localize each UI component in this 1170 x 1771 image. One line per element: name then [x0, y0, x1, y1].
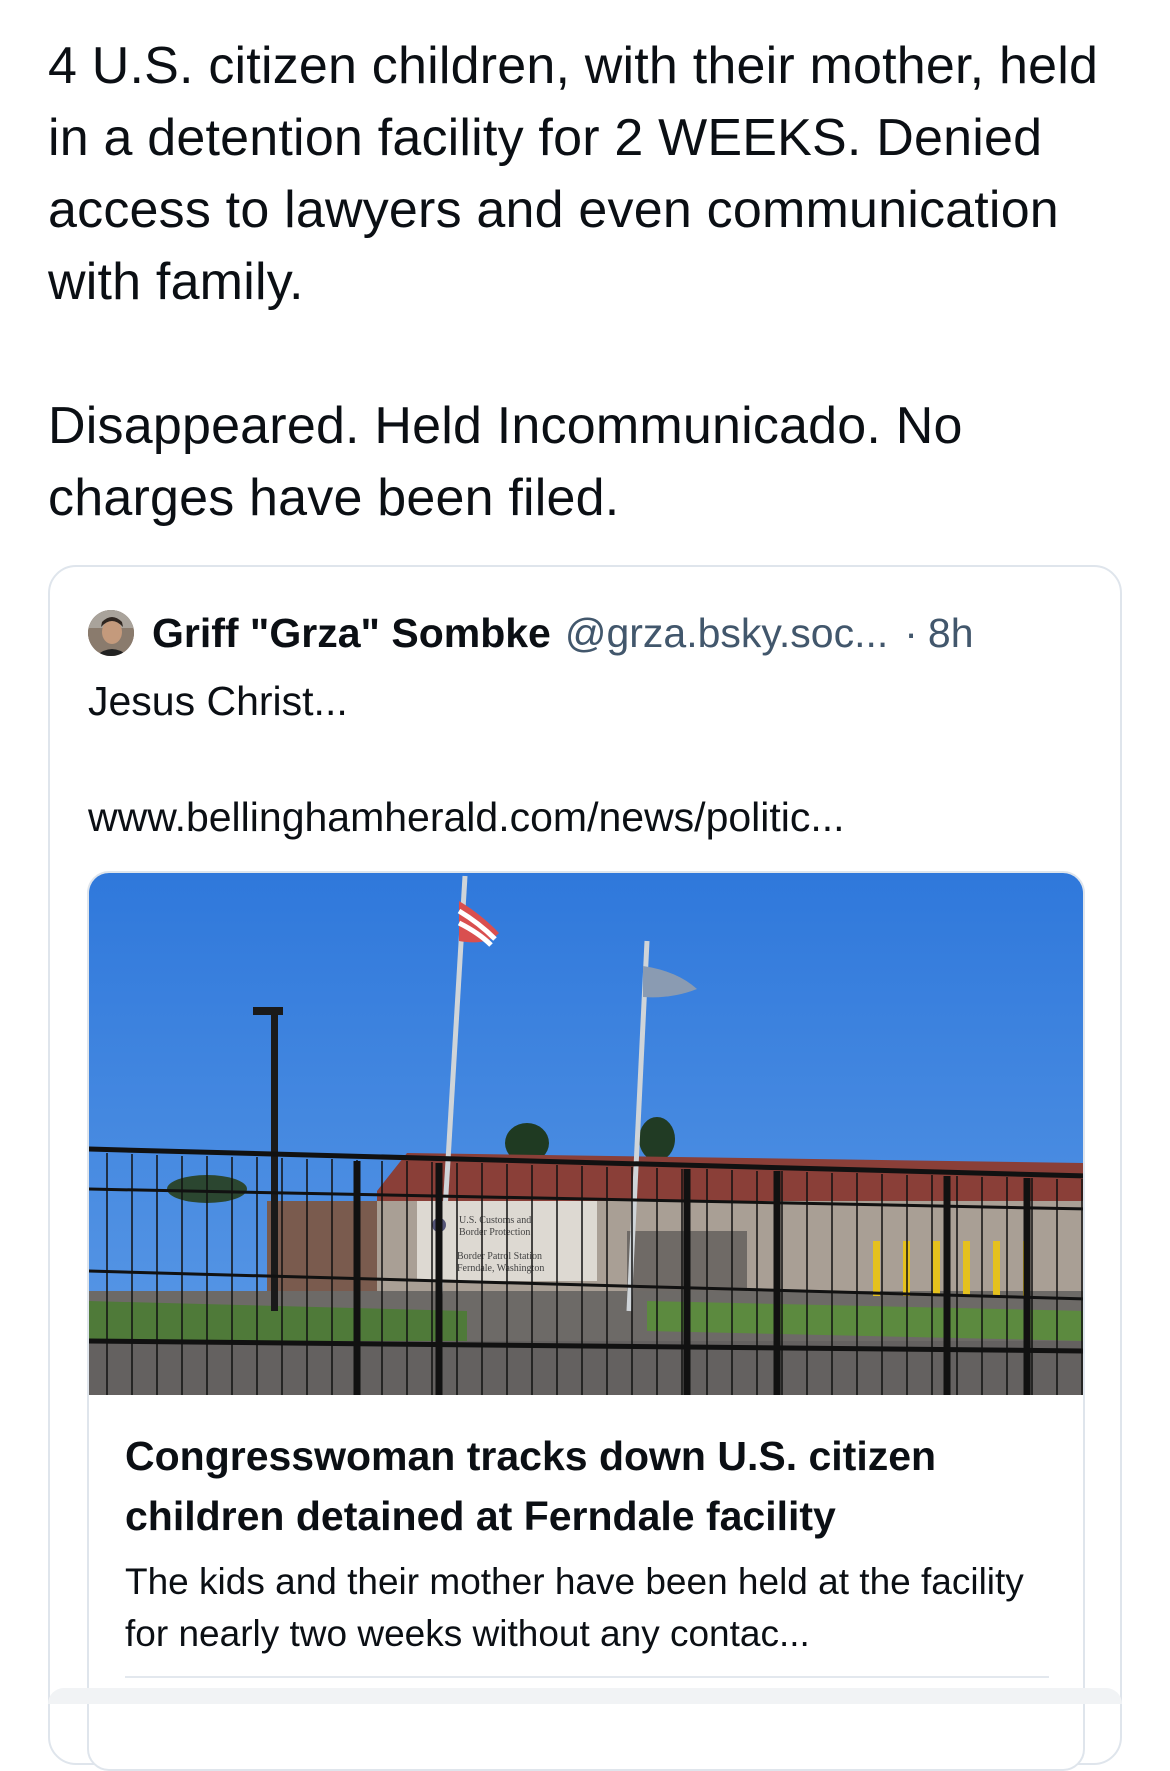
- article-title[interactable]: Congresswoman tracks down U.S. citizen c…: [125, 1426, 1055, 1546]
- quoted-post-header: Griff "Grza" Sombke @grza.bsky.soc... · …: [88, 605, 1084, 661]
- quoted-post-text: Jesus Christ... www.bellinghamherald.com…: [88, 678, 845, 840]
- user-avatar-icon: [88, 610, 134, 656]
- author-avatar[interactable]: [88, 610, 134, 656]
- svg-text:Border Patrol Station: Border Patrol Station: [457, 1251, 542, 1262]
- post-time[interactable]: 8h: [928, 610, 974, 657]
- article-thumbnail[interactable]: U.S. Customs and Border Protection Borde…: [87, 871, 1085, 1395]
- separator-dot: ·: [904, 609, 918, 656]
- post-text: 4 U.S. citizen children, with their moth…: [48, 37, 1099, 527]
- article-description: The kids and their mother have been held…: [125, 1561, 1024, 1654]
- svg-text:Border Protection: Border Protection: [459, 1227, 530, 1238]
- author-name[interactable]: Griff "Grza" Sombke: [152, 610, 551, 657]
- next-content-edge: [48, 1688, 1122, 1704]
- card-divider: [125, 1676, 1049, 1678]
- quoted-post-card[interactable]: Griff "Grza" Sombke @grza.bsky.soc... · …: [48, 565, 1122, 1771]
- link-preview-card[interactable]: U.S. Customs and Border Protection Borde…: [87, 871, 1085, 1771]
- svg-text:U.S. Customs and: U.S. Customs and: [459, 1215, 531, 1226]
- author-handle[interactable]: @grza.bsky.soc...: [565, 610, 888, 657]
